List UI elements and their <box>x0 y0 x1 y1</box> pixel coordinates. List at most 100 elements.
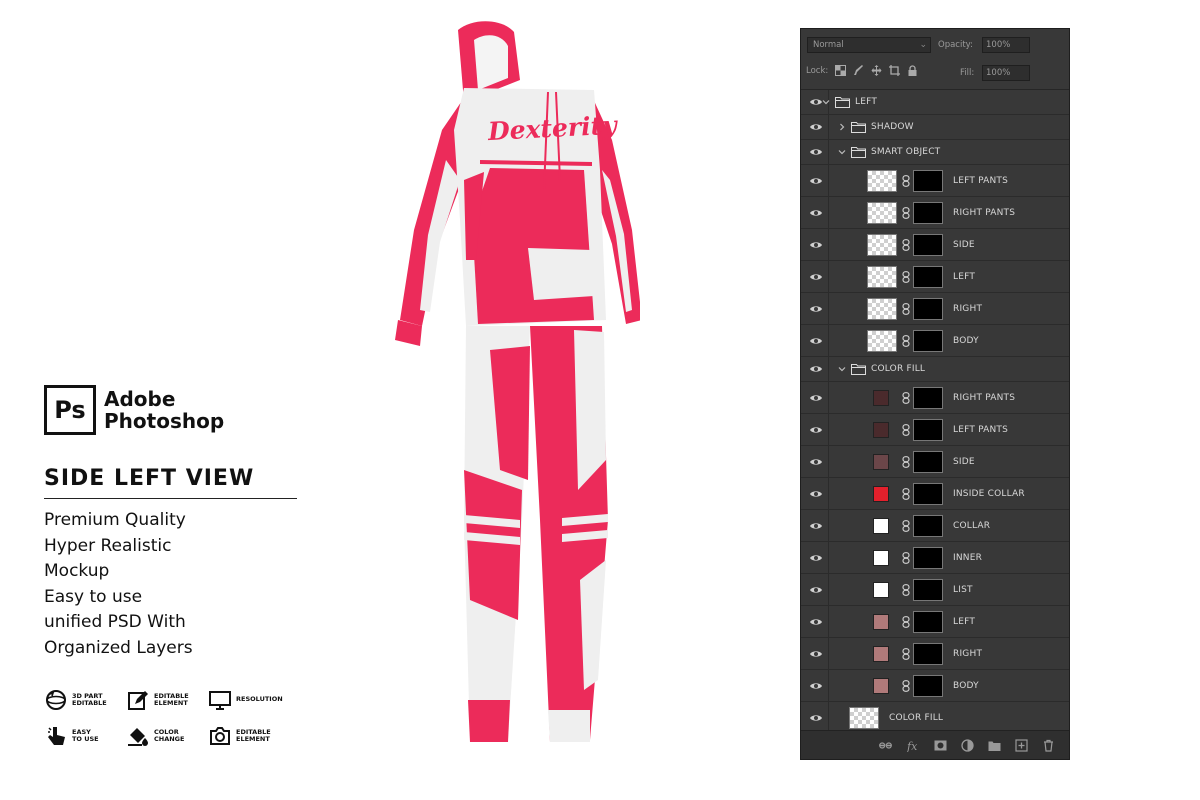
ps-logo-mark: Ps <box>44 385 96 435</box>
layers-panel-footer: fx <box>801 730 1069 759</box>
eye-icon[interactable] <box>809 553 823 563</box>
eye-icon[interactable] <box>809 585 823 595</box>
trash-icon[interactable] <box>1042 739 1055 752</box>
blend-mode-select[interactable]: Normal ⌄ <box>807 37 931 53</box>
layer-name: BODY <box>953 335 979 346</box>
link-layers-icon[interactable] <box>879 739 892 752</box>
eye-icon[interactable] <box>809 208 823 218</box>
layer-mask-thumbnail <box>913 265 943 288</box>
eye-icon[interactable] <box>809 147 823 157</box>
layer-mask-thumbnail <box>913 450 943 473</box>
eye-icon[interactable] <box>809 122 823 132</box>
fill-color-swatch[interactable] <box>873 453 889 470</box>
chevron-down-icon[interactable] <box>837 147 847 157</box>
eye-icon[interactable] <box>809 336 823 346</box>
opacity-field[interactable]: 100% <box>982 37 1030 53</box>
eye-icon[interactable] <box>809 176 823 186</box>
camera-icon <box>210 727 230 745</box>
adjustment-layer-icon[interactable] <box>961 739 974 752</box>
layer-row[interactable]: LEFT <box>801 606 1069 638</box>
chevron-down-icon: ⌄ <box>919 40 927 50</box>
fill-color-swatch[interactable] <box>873 581 889 598</box>
layer-row[interactable]: BODY <box>801 325 1069 357</box>
layer-row[interactable]: COLOR FILL <box>801 357 1069 382</box>
eye-icon[interactable] <box>809 457 823 467</box>
add-mask-icon[interactable] <box>934 739 947 752</box>
eye-icon[interactable] <box>809 304 823 314</box>
eye-icon[interactable] <box>809 489 823 499</box>
eye-icon[interactable] <box>809 240 823 250</box>
eye-icon[interactable] <box>809 649 823 659</box>
fx-icon[interactable]: fx <box>907 739 920 752</box>
layer-row[interactable]: SHADOW <box>801 115 1069 140</box>
layer-row[interactable]: RIGHT PANTS <box>801 382 1069 414</box>
layer-mask-thumbnail <box>913 201 943 224</box>
layer-mask-thumbnail <box>913 482 943 505</box>
chevron-down-icon[interactable] <box>837 364 847 374</box>
link-icon <box>902 302 910 315</box>
fill-color-swatch[interactable] <box>873 645 889 662</box>
link-icon <box>902 551 910 564</box>
fill-color-swatch[interactable] <box>873 517 889 534</box>
eye-icon[interactable] <box>809 393 823 403</box>
folder-icon <box>851 147 866 158</box>
layer-row[interactable]: LIST <box>801 574 1069 606</box>
lock-icon[interactable] <box>907 65 918 76</box>
layer-row[interactable]: SIDE <box>801 446 1069 478</box>
fill-color-swatch[interactable] <box>873 389 889 406</box>
eye-icon[interactable] <box>809 617 823 627</box>
fill-color-swatch[interactable] <box>873 485 889 502</box>
layer-row[interactable]: INSIDE COLLAR <box>801 478 1069 510</box>
folder-icon <box>851 122 866 133</box>
3d-part-icon <box>46 690 66 710</box>
new-layer-icon[interactable] <box>1015 739 1028 752</box>
chevron-down-icon[interactable] <box>821 97 831 107</box>
link-icon <box>902 615 910 628</box>
eye-icon[interactable] <box>809 713 823 723</box>
folder-icon <box>835 97 850 108</box>
layer-row[interactable]: RIGHT <box>801 638 1069 670</box>
new-group-icon[interactable] <box>988 739 1001 752</box>
layer-row[interactable]: COLLAR <box>801 510 1069 542</box>
link-icon <box>902 487 910 500</box>
layer-row[interactable]: LEFT <box>801 90 1069 115</box>
eye-icon[interactable] <box>809 364 823 374</box>
layer-row[interactable]: LEFT <box>801 261 1069 293</box>
layer-name: LIST <box>953 584 973 595</box>
layer-mask-thumbnail <box>913 329 943 352</box>
lock-controls: Lock: <box>806 65 918 76</box>
brush-icon[interactable] <box>853 65 864 76</box>
layer-row[interactable]: BODY <box>801 670 1069 702</box>
eye-icon[interactable] <box>809 681 823 691</box>
layer-mask-thumbnail <box>913 233 943 256</box>
fill-color-swatch[interactable] <box>873 613 889 630</box>
visibility-column-divider <box>828 510 829 541</box>
move-icon[interactable] <box>871 65 882 76</box>
layer-row[interactable]: LEFT PANTS <box>801 414 1069 446</box>
lock-transparent-icon[interactable] <box>835 65 847 76</box>
fill-color-swatch[interactable] <box>873 421 889 438</box>
artboard-icon[interactable] <box>889 65 901 76</box>
layer-row[interactable]: RIGHT PANTS <box>801 197 1069 229</box>
visibility-column-divider <box>828 140 829 164</box>
layer-row[interactable]: LEFT PANTS <box>801 165 1069 197</box>
chevron-right-icon[interactable] <box>837 122 847 132</box>
link-icon <box>902 334 910 347</box>
eye-icon[interactable] <box>809 272 823 282</box>
visibility-column-divider <box>828 574 829 605</box>
eye-icon[interactable] <box>809 425 823 435</box>
layer-name: SIDE <box>953 239 975 250</box>
layer-name: SMART OBJECT <box>871 147 941 157</box>
fill-color-swatch[interactable] <box>873 549 889 566</box>
smart-object-thumbnail <box>867 297 897 320</box>
fill-field[interactable]: 100% <box>982 65 1030 81</box>
layer-name: RIGHT <box>953 648 983 659</box>
visibility-column-divider <box>828 261 829 292</box>
fill-color-swatch[interactable] <box>873 677 889 694</box>
layer-row[interactable]: SMART OBJECT <box>801 140 1069 165</box>
eye-icon[interactable] <box>809 521 823 531</box>
layer-name: COLOR FILL <box>871 364 926 374</box>
layer-row[interactable]: RIGHT <box>801 293 1069 325</box>
layer-row[interactable]: INNER <box>801 542 1069 574</box>
layer-row[interactable]: SIDE <box>801 229 1069 261</box>
